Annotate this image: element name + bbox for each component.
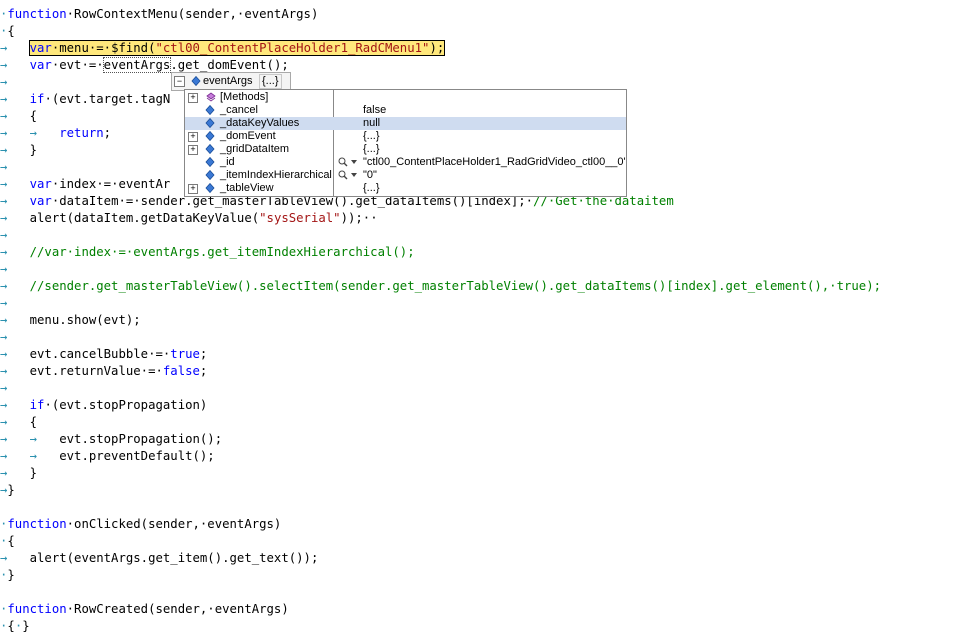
field-icon <box>205 182 215 196</box>
code-line[interactable]: → evt.returnValue·=·false; <box>0 363 207 380</box>
code-line[interactable]: ·} <box>0 567 15 584</box>
code-line[interactable]: → alert(eventArgs.get_item().get_text())… <box>0 550 318 567</box>
code-line[interactable]: → if·(evt.target.tagN <box>0 91 170 108</box>
code-line[interactable]: → → evt.stopPropagation(); <box>0 431 222 448</box>
code-line[interactable]: → { <box>0 108 37 125</box>
expand-button[interactable]: + <box>188 132 198 142</box>
code-line[interactable]: → <box>0 261 7 278</box>
datatip-object-value: {...} <box>259 74 282 89</box>
datatip-row[interactable]: _id "ctl00_ContentPlaceHolder1_RadGridVi… <box>185 156 626 169</box>
code-line[interactable]: ·function·RowCreated(sender,·eventArgs) <box>0 601 289 618</box>
code-line[interactable]: → var·menu·=·$find("ctl00_ContentPlaceHo… <box>0 40 446 57</box>
datatip-row[interactable]: _itemIndexHierarchical "0" <box>185 169 626 182</box>
code-line[interactable]: → //sender.get_masterTableView().selectI… <box>0 278 881 295</box>
datatip-row[interactable]: _cancel false <box>185 104 626 117</box>
code-line[interactable]: → } <box>0 142 37 159</box>
expand-button[interactable]: + <box>188 145 198 155</box>
code-line[interactable]: → if·(evt.stopPropagation) <box>0 397 207 414</box>
code-line[interactable]: → menu.show(evt); <box>0 312 141 329</box>
hovered-identifier[interactable]: eventArgs <box>102 57 172 73</box>
expand-button[interactable]: + <box>188 184 198 194</box>
keyword: function <box>7 7 67 21</box>
code-line[interactable]: ·{ <box>0 23 15 40</box>
code-line[interactable]: → evt.cancelBubble·=·true; <box>0 346 207 363</box>
datatip-row-selected[interactable]: _dataKeyValues null <box>185 117 626 130</box>
code-line[interactable]: → <box>0 74 7 91</box>
code-line[interactable]: → } <box>0 465 37 482</box>
brace: { <box>7 24 15 38</box>
code-line[interactable]: ·{·} <box>0 618 30 635</box>
code-line[interactable]: → alert(dataItem.getDataKeyValue("sysSer… <box>0 210 378 227</box>
code-line[interactable]: → var·index·=·eventAr <box>0 176 170 193</box>
datatip-row[interactable]: + [Methods] <box>185 91 626 104</box>
code-line[interactable]: ·function·RowContextMenu(sender,·eventAr… <box>0 6 318 23</box>
datatip-row[interactable]: + _tableView {...} <box>185 182 626 195</box>
code-line[interactable]: ·{ <box>0 533 15 550</box>
code-line[interactable]: → { <box>0 414 37 431</box>
code-line[interactable]: → → return; <box>0 125 111 142</box>
code-line[interactable]: → <box>0 227 7 244</box>
code-line[interactable]: → <box>0 380 7 397</box>
code-line[interactable]: →} <box>0 482 15 499</box>
highlighted-statement: var·menu·=·$find("ctl00_ContentPlaceHold… <box>28 40 446 56</box>
datatip-row[interactable]: + _gridDataItem {...} <box>185 143 626 156</box>
code-line[interactable]: → → evt.preventDefault(); <box>0 448 215 465</box>
code-line[interactable]: ·function·onClicked(sender,·eventArgs) <box>0 516 281 533</box>
code-line[interactable]: → <box>0 295 7 312</box>
expand-button[interactable]: + <box>188 93 198 103</box>
code-line[interactable]: → <box>0 329 7 346</box>
code-line[interactable]: → //var·index·=·eventArgs.get_itemIndexH… <box>0 244 415 261</box>
datatip-object-name: eventArgs <box>203 75 253 87</box>
datatip-row[interactable]: + _domEvent {...} <box>185 130 626 143</box>
collapse-button[interactable]: − <box>174 76 185 87</box>
code-line[interactable]: → <box>0 159 7 176</box>
code-text: ·RowContextMenu(sender,·eventArgs) <box>66 7 319 21</box>
object-icon <box>191 75 201 89</box>
datatip-panel[interactable]: + [Methods] _cancel false _dataKeyValues… <box>184 89 627 197</box>
